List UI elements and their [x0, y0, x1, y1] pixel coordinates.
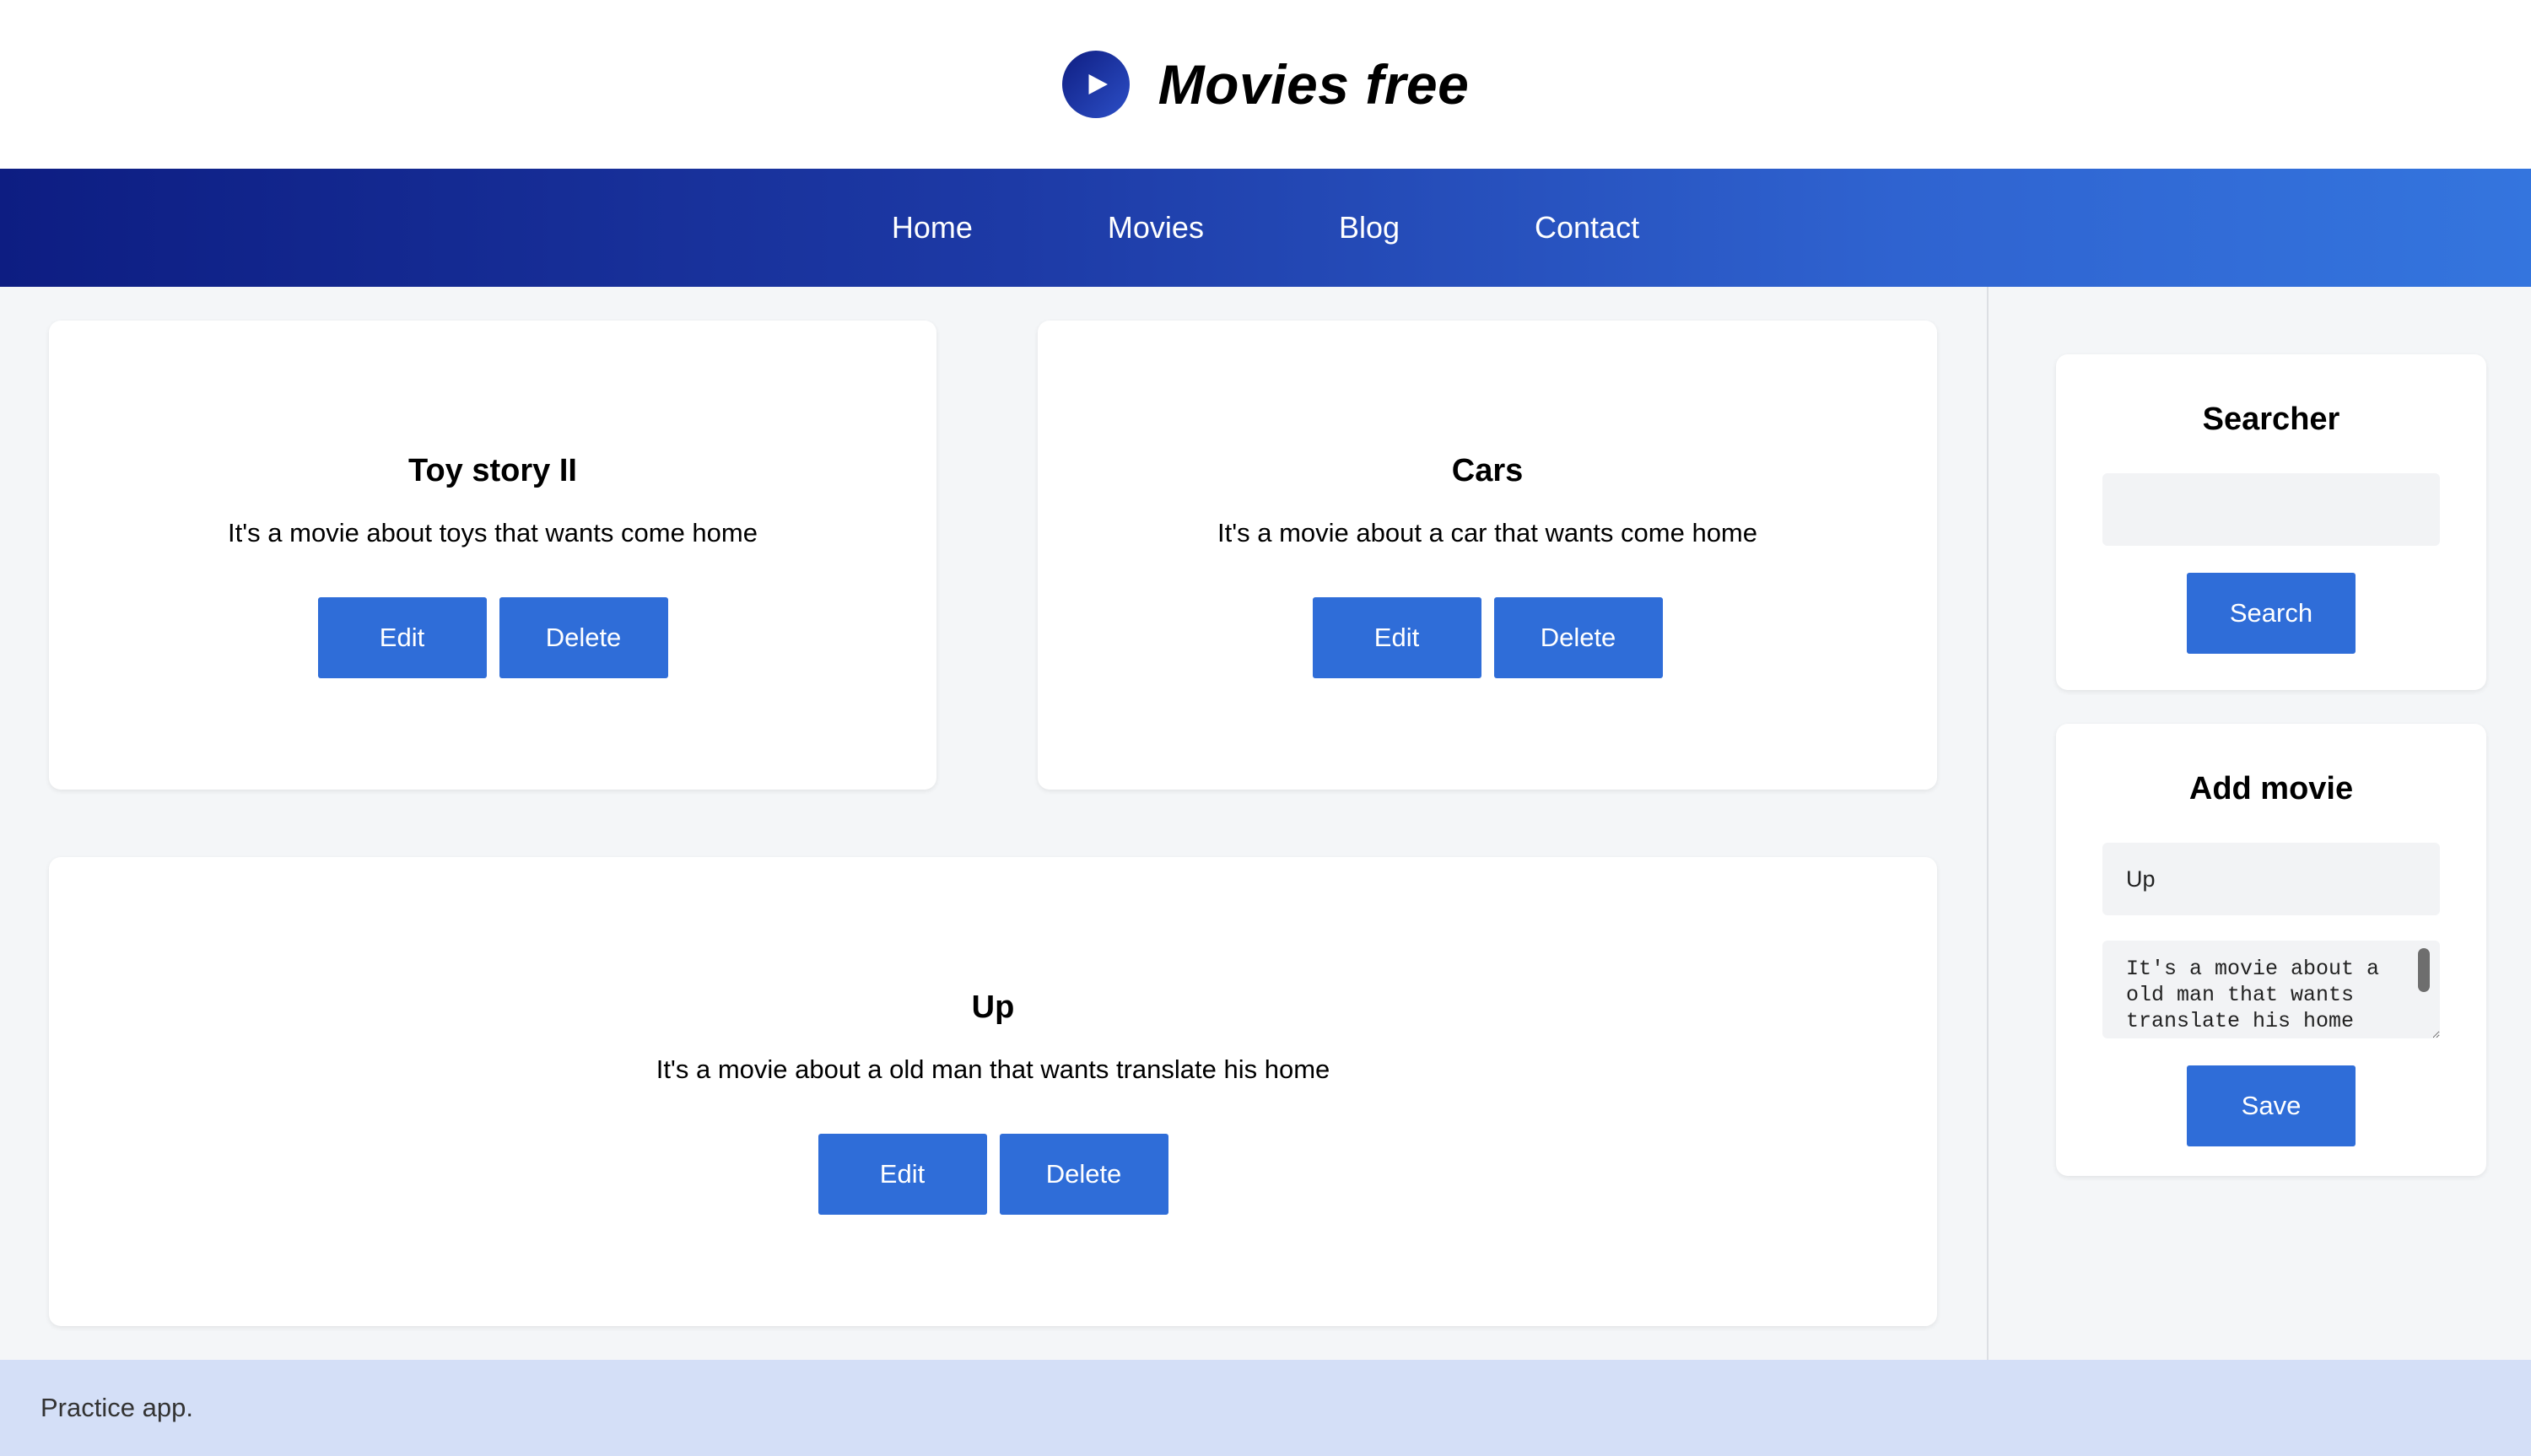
searcher-title: Searcher: [2202, 402, 2340, 437]
nav-item-blog[interactable]: Blog: [1339, 210, 1400, 245]
main-nav: Home Movies Blog Contact: [0, 169, 2531, 287]
logo[interactable]: Movies free: [1061, 51, 1470, 118]
movie-description-field[interactable]: It's a movie about a old man that wants …: [2102, 941, 2440, 1038]
sidebar: Searcher Search Add movie It's a movie a…: [1987, 287, 2531, 1360]
search-button[interactable]: Search: [2187, 573, 2356, 654]
movie-list: Toy story II It's a movie about toys tha…: [0, 287, 1987, 1360]
movie-card: Toy story II It's a movie about toys tha…: [49, 321, 936, 790]
nav-item-home[interactable]: Home: [892, 210, 973, 245]
movie-card: Cars It's a movie about a car that wants…: [1038, 321, 1937, 790]
play-icon: [1061, 51, 1130, 118]
add-movie-title: Add movie: [2188, 771, 2354, 806]
movie-description: It's a movie about a car that wants come…: [1217, 518, 1757, 547]
delete-button[interactable]: Delete: [1493, 597, 1663, 678]
site-header: Movies free: [0, 0, 2531, 169]
edit-button[interactable]: Edit: [1312, 597, 1481, 678]
movie-actions: Edit Delete: [49, 597, 936, 678]
textarea-scrollbar[interactable]: [2418, 948, 2430, 992]
nav-item-movies[interactable]: Movies: [1108, 210, 1204, 245]
delete-button[interactable]: Delete: [999, 1134, 1168, 1215]
movie-title-field[interactable]: [2102, 843, 2440, 915]
movie-description: It's a movie about a old man that wants …: [656, 1054, 1330, 1084]
movie-title: Cars: [1451, 453, 1524, 488]
edit-button[interactable]: Edit: [317, 597, 487, 678]
footer-text: Practice app.: [40, 1393, 193, 1422]
edit-button[interactable]: Edit: [818, 1134, 987, 1215]
save-button[interactable]: Save: [2187, 1065, 2356, 1146]
movie-title: Toy story II: [408, 453, 577, 488]
site-footer: Practice app.: [0, 1360, 2531, 1456]
site-title: Movies free: [1158, 53, 1470, 116]
nav-item-contact[interactable]: Contact: [1535, 210, 1639, 245]
movie-actions: Edit Delete: [1038, 597, 1937, 678]
movie-actions: Edit Delete: [49, 1134, 1937, 1215]
movie-card: Up It's a movie about a old man that wan…: [49, 857, 1937, 1326]
movie-title: Up: [971, 990, 1015, 1025]
delete-button[interactable]: Delete: [499, 597, 668, 678]
movie-description: It's a movie about toys that wants come …: [228, 518, 758, 547]
search-input[interactable]: [2102, 473, 2440, 546]
searcher-widget: Searcher Search: [2056, 354, 2486, 690]
